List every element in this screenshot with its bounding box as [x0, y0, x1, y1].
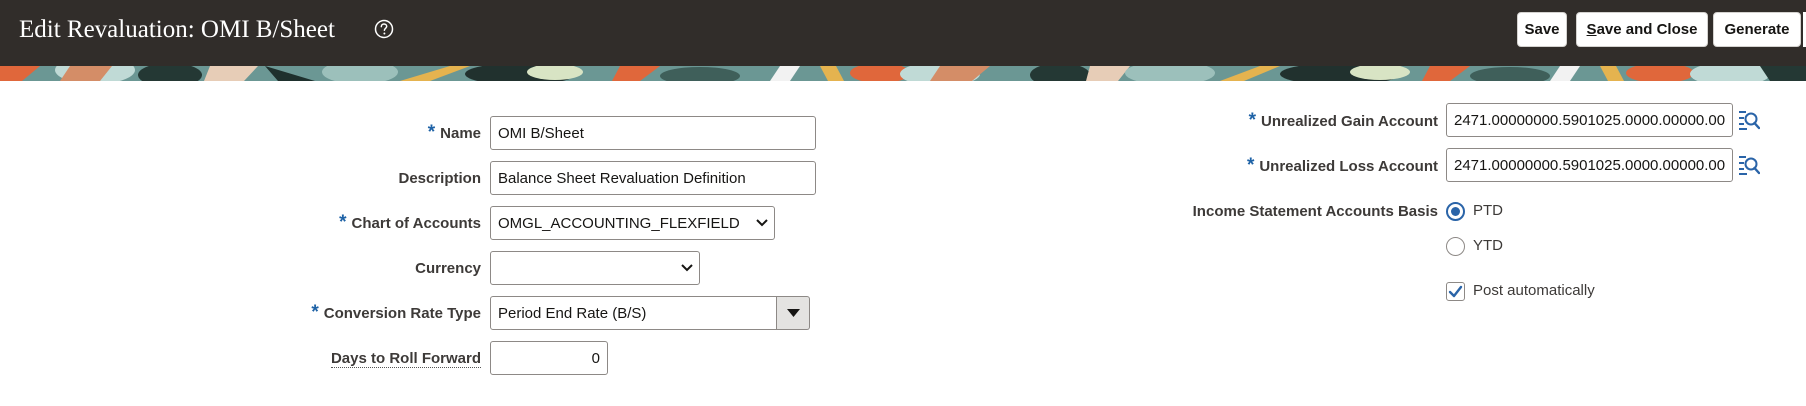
generate-button[interactable]: Generate [1713, 12, 1801, 47]
page-header: Edit Revaluation: OMI B/Sheet Save Save … [0, 0, 1806, 66]
description-input[interactable] [490, 161, 816, 195]
conversion-rate-type-label: * Conversion Rate Type [311, 302, 481, 324]
income-statement-basis-label: Income Statement Accounts Basis [1192, 203, 1438, 220]
chart-of-accounts-label: * Chart of Accounts [339, 212, 481, 234]
required-marker: * [339, 212, 347, 233]
save-and-close-mnemonic: S [1586, 21, 1597, 38]
currency-label: Currency [415, 260, 481, 277]
save-button[interactable]: Save [1517, 12, 1567, 47]
required-marker: * [1248, 110, 1257, 131]
generate-button-label: Generate [1724, 21, 1790, 38]
required-marker: * [1246, 155, 1255, 176]
decorative-banner [0, 66, 1806, 81]
unrealized-loss-account-label: * Unrealized Loss Account [1247, 155, 1438, 177]
radio-ytd[interactable] [1446, 237, 1465, 256]
chart-of-accounts-label-text: Chart of Accounts [351, 215, 481, 232]
save-and-close-label: ave and Close [1596, 21, 1698, 38]
conversion-rate-type-input[interactable] [490, 296, 777, 330]
name-input[interactable] [490, 116, 816, 150]
description-label: Description [398, 170, 481, 187]
save-button-label: Save [1524, 21, 1560, 38]
save-and-close-button[interactable]: Save and Close [1576, 12, 1708, 47]
name-label: * Name [428, 122, 481, 144]
radio-ptd[interactable] [1446, 202, 1465, 221]
post-automatically-label[interactable]: Post automatically [1473, 282, 1595, 299]
chart-of-accounts-select[interactable]: OMGL_ACCOUNTING_FLEXFIELD [490, 206, 775, 240]
radio-ptd-label[interactable]: PTD [1473, 202, 1503, 219]
chevron-down-icon [681, 264, 693, 272]
radio-ytd-label[interactable]: YTD [1473, 237, 1503, 254]
unrealized-gain-account-input[interactable] [1446, 103, 1733, 137]
currency-select[interactable] [490, 251, 700, 285]
help-circle-icon[interactable] [374, 19, 394, 39]
chart-of-accounts-value: OMGL_ACCOUNTING_FLEXFIELD [498, 214, 740, 232]
unrealized-gain-account-label: * Unrealized Gain Account [1249, 110, 1438, 132]
checkmark-icon [1448, 285, 1463, 298]
conversion-rate-type-dropdown-button[interactable] [777, 296, 810, 330]
banner-pattern [0, 66, 1806, 81]
days-to-roll-forward-input[interactable] [490, 341, 608, 375]
search-list-icon[interactable] [1738, 109, 1760, 131]
caret-down-icon [786, 309, 800, 317]
days-to-roll-forward-label[interactable]: Days to Roll Forward [330, 350, 481, 368]
page-title: Edit Revaluation: OMI B/Sheet [19, 16, 335, 43]
chevron-down-icon [756, 219, 768, 227]
post-automatically-checkbox[interactable] [1446, 282, 1465, 301]
conversion-rate-type-label-text: Conversion Rate Type [323, 305, 481, 322]
unrealized-loss-account-label-text: Unrealized Loss Account [1259, 158, 1438, 175]
unrealized-loss-account-input[interactable] [1446, 148, 1733, 182]
days-to-roll-forward-label-text: Days to Roll Forward [330, 350, 481, 368]
required-marker: * [427, 122, 436, 143]
search-list-icon[interactable] [1738, 154, 1760, 176]
name-label-text: Name [440, 125, 481, 142]
required-marker: * [311, 302, 319, 323]
unrealized-gain-account-label-text: Unrealized Gain Account [1261, 113, 1438, 130]
